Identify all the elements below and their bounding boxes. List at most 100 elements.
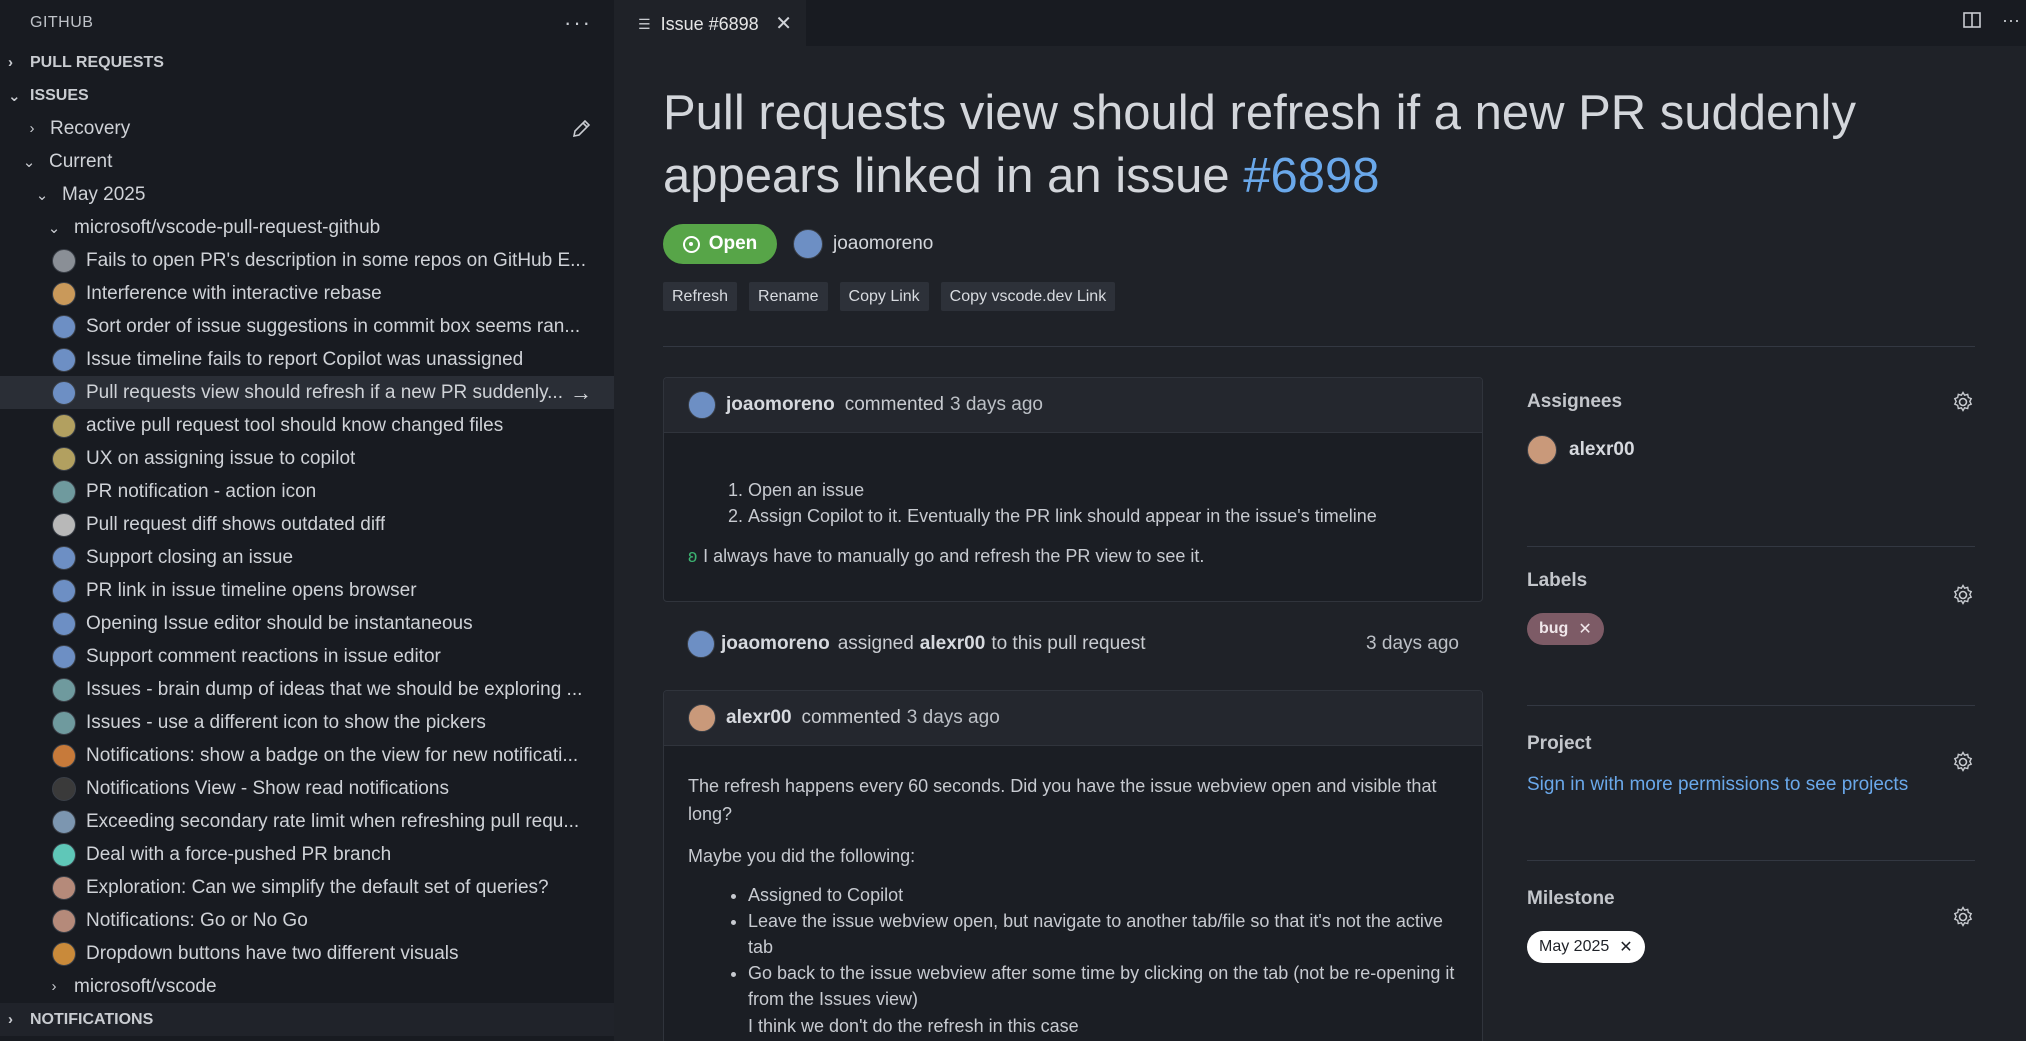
- comment-paragraph: Maybe you did the following:: [688, 846, 916, 866]
- section-issues[interactable]: ⌄ ISSUES: [0, 79, 614, 112]
- issue-list-item[interactable]: Notifications View - Show read notificat…: [0, 772, 614, 805]
- gear-icon[interactable]: [1951, 750, 1975, 779]
- issue-list-item[interactable]: Dropdown buttons have two different visu…: [0, 937, 614, 970]
- emoji-icon: ʚ: [688, 546, 698, 566]
- comment-note: I always have to manually go and refresh…: [703, 546, 1205, 566]
- gear-icon[interactable]: [1951, 583, 1975, 612]
- issue-list-item[interactable]: Support closing an issue: [0, 541, 614, 574]
- issue-label: Notifications View - Show read notificat…: [86, 777, 449, 799]
- assignees-section: Assignees alexr00: [1527, 382, 1975, 547]
- issue-list-item[interactable]: Fails to open PR's description in some r…: [0, 244, 614, 277]
- comment-time[interactable]: 3 days ago: [907, 707, 1000, 729]
- issue-label: PR link in issue timeline opens browser: [86, 579, 417, 601]
- comment-verb: commented: [844, 394, 945, 415]
- section-label: NOTIFICATIONS: [30, 1010, 154, 1028]
- issue-list-item[interactable]: Support comment reactions in issue edito…: [0, 640, 614, 673]
- section-notifications[interactable]: › NOTIFICATIONS: [0, 1003, 614, 1036]
- labels-section: Labels bug ✕: [1527, 561, 1975, 706]
- rename-button[interactable]: Rename: [749, 282, 828, 311]
- issue-list-item[interactable]: Deal with a force-pushed PR branch: [0, 838, 614, 871]
- github-sidebar: GITHUB ··· › PULL REQUESTS ⌄ ISSUES › Re…: [0, 0, 614, 1041]
- tab-issue[interactable]: ☰ Issue #6898 ✕: [614, 0, 806, 48]
- event-time[interactable]: 3 days ago: [1366, 633, 1459, 655]
- tree-item-milestone[interactable]: ⌄ May 2025: [0, 178, 614, 211]
- section-title: Project: [1527, 733, 1592, 754]
- issue-label: Dropdown buttons have two different visu…: [86, 942, 459, 964]
- issue-list-item[interactable]: Interference with interactive rebase: [0, 277, 614, 310]
- issue-list-item[interactable]: UX on assigning issue to copilot: [0, 442, 614, 475]
- issue-list-item[interactable]: Pull requests view should refresh if a n…: [0, 376, 614, 409]
- close-icon[interactable]: ✕: [1578, 619, 1591, 639]
- edit-icon[interactable]: [570, 118, 592, 146]
- avatar: [52, 380, 76, 405]
- comment-time[interactable]: 3 days ago: [950, 394, 1043, 416]
- status-label: Open: [708, 233, 758, 254]
- issue-list-item[interactable]: Issues - brain dump of ideas that we sho…: [0, 673, 614, 706]
- milestone-pill[interactable]: May 2025 ✕: [1527, 931, 1645, 963]
- bullet-list: Assigned to Copilot Leave the issue webv…: [688, 882, 1458, 1012]
- issue-list-item[interactable]: Issues - use a different icon to show th…: [0, 706, 614, 739]
- tree-item-repo-vscode[interactable]: › microsoft/vscode: [0, 970, 614, 1003]
- issue-list-item[interactable]: PR notification - action icon: [0, 475, 614, 508]
- label-pill[interactable]: bug ✕: [1527, 613, 1604, 645]
- author-name: joaomoreno: [833, 233, 934, 254]
- avatar: [687, 630, 715, 658]
- avatar: [52, 875, 76, 900]
- event-verb: assigned: [837, 633, 914, 654]
- issue-list-item[interactable]: Pull request diff shows outdated diff: [0, 508, 614, 541]
- copy-vscode-dev-link-button[interactable]: Copy vscode.dev Link: [940, 282, 1116, 311]
- issue-author[interactable]: joaomoreno: [793, 229, 933, 259]
- tree-item-current[interactable]: ⌄ Current: [0, 145, 614, 178]
- refresh-button[interactable]: Refresh: [663, 282, 738, 311]
- tree-item-label: microsoft/vscode: [74, 975, 217, 997]
- more-actions-icon[interactable]: ···: [564, 10, 592, 36]
- issue-list-item[interactable]: Issue timeline fails to report Copilot w…: [0, 343, 614, 376]
- gear-icon[interactable]: [1951, 390, 1975, 419]
- gear-icon[interactable]: [1951, 905, 1975, 934]
- tree-item-repo[interactable]: ⌄ microsoft/vscode-pull-request-github: [0, 211, 614, 244]
- issue-label: Interference with interactive rebase: [86, 282, 382, 304]
- section-pull-requests[interactable]: › PULL REQUESTS: [0, 46, 614, 79]
- avatar: [52, 611, 76, 636]
- issue-list-item[interactable]: active pull request tool should know cha…: [0, 409, 614, 442]
- avatar: [52, 479, 76, 504]
- issue-list-item[interactable]: Notifications: Go or No Go: [0, 904, 614, 937]
- event-target[interactable]: alexr00: [920, 633, 986, 655]
- comment-author[interactable]: joaomoreno: [726, 394, 835, 416]
- close-icon[interactable]: ✕: [1619, 937, 1632, 957]
- avatar: [52, 677, 76, 702]
- more-actions-icon[interactable]: ···: [2002, 10, 2020, 35]
- arrow-right-icon[interactable]: →: [570, 380, 592, 406]
- avatar: [52, 314, 76, 339]
- issue-actions: Refresh Rename Copy Link Copy vscode.dev…: [663, 282, 1116, 311]
- list-item: Assign Copilot to it. Eventually the PR …: [748, 503, 1458, 529]
- issue-list-item[interactable]: Exceeding secondary rate limit when refr…: [0, 805, 614, 838]
- assignee[interactable]: alexr00: [1527, 428, 1975, 472]
- avatar: [793, 229, 823, 259]
- project-sign-in-link[interactable]: Sign in with more permissions to see pro…: [1527, 774, 1908, 795]
- issue-list-item[interactable]: PR link in issue timeline opens browser: [0, 574, 614, 607]
- issue-list-item[interactable]: Opening Issue editor should be instantan…: [0, 607, 614, 640]
- event-actor[interactable]: joaomoreno: [721, 633, 830, 655]
- avatar: [52, 809, 76, 834]
- tab-label: Issue #6898: [660, 14, 759, 34]
- issue-open-icon: [682, 235, 700, 253]
- avatar: [688, 391, 716, 419]
- avatar: [52, 842, 76, 867]
- issue-list-item[interactable]: Sort order of issue suggestions in commi…: [0, 310, 614, 343]
- issue-label: Issues - use a different icon to show th…: [86, 711, 486, 733]
- copy-link-button[interactable]: Copy Link: [839, 282, 929, 311]
- comment-author[interactable]: alexr00: [726, 707, 792, 729]
- issue-label: UX on assigning issue to copilot: [86, 447, 356, 469]
- split-editor-icon[interactable]: [1962, 10, 1982, 35]
- issue-label: PR notification - action icon: [86, 480, 317, 502]
- chevron-right-icon: ›: [8, 1011, 13, 1028]
- tree-item-recovery[interactable]: › Recovery: [0, 112, 614, 145]
- avatar: [52, 908, 76, 933]
- issue-number[interactable]: #6898: [1243, 149, 1379, 203]
- vscode-window: GITHUB ··· › PULL REQUESTS ⌄ ISSUES › Re…: [0, 0, 2026, 1041]
- issue-label: active pull request tool should know cha…: [86, 414, 504, 436]
- issue-list-item[interactable]: Exploration: Can we simplify the default…: [0, 871, 614, 904]
- close-icon[interactable]: ✕: [775, 11, 792, 36]
- issue-list-item[interactable]: Notifications: show a badge on the view …: [0, 739, 614, 772]
